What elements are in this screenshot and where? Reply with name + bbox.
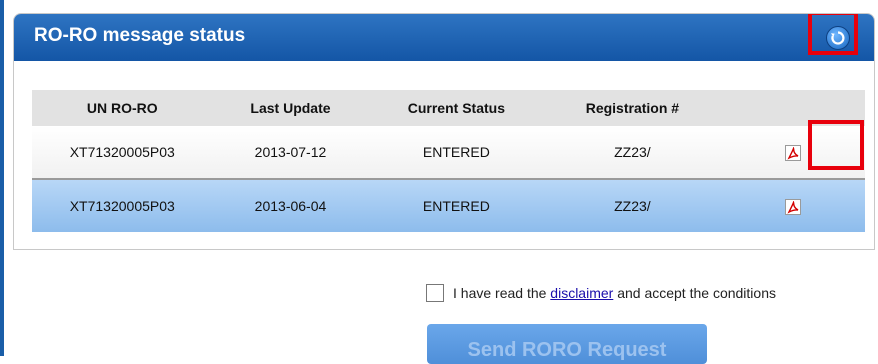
table-header-row: UN RO-RO Last Update Current Status Regi…: [32, 90, 865, 126]
disclaimer-agreement: I have read the disclaimer and accept th…: [426, 284, 776, 302]
cell-actions: [720, 179, 865, 232]
disclaimer-link[interactable]: disclaimer: [550, 285, 613, 301]
refresh-icon: [831, 31, 845, 45]
column-header-last-update: Last Update: [212, 90, 369, 126]
agreement-prefix: I have read the: [453, 285, 551, 301]
cell-last-update: 2013-06-04: [212, 179, 369, 232]
column-header-current-status: Current Status: [368, 90, 545, 126]
column-header-un-roro: UN RO-RO: [32, 90, 213, 126]
cell-un-roro: XT71320005P03: [32, 126, 213, 180]
roro-status-panel: RO-RO message status UN RO-RO Last Updat…: [13, 13, 875, 250]
accept-conditions-checkbox[interactable]: [426, 284, 444, 302]
status-table: UN RO-RO Last Update Current Status Regi…: [32, 90, 865, 232]
cell-status: ENTERED: [368, 126, 545, 180]
cell-registration: ZZ23/: [544, 179, 721, 232]
window-frame-edge: [0, 0, 4, 356]
refresh-button[interactable]: [826, 26, 850, 50]
panel-header: RO-RO message status: [14, 14, 874, 61]
table-row[interactable]: XT71320005P03 2013-06-04 ENTERED ZZ23/: [32, 179, 865, 232]
cell-un-roro: XT71320005P03: [32, 179, 213, 232]
cell-registration: ZZ23/: [544, 126, 721, 180]
pdf-icon[interactable]: [784, 144, 801, 161]
agreement-suffix: and accept the conditions: [613, 285, 776, 301]
column-header-registration: Registration #: [544, 90, 721, 126]
table-row[interactable]: XT71320005P03 2013-07-12 ENTERED ZZ23/: [32, 126, 865, 180]
cell-actions: [720, 126, 865, 180]
send-roro-request-button[interactable]: Send RORO Request: [427, 324, 707, 364]
cell-status: ENTERED: [368, 179, 545, 232]
column-header-actions: [720, 90, 865, 126]
panel-title: RO-RO message status: [34, 25, 246, 46]
cell-last-update: 2013-07-12: [212, 126, 369, 180]
pdf-icon[interactable]: [784, 198, 801, 215]
